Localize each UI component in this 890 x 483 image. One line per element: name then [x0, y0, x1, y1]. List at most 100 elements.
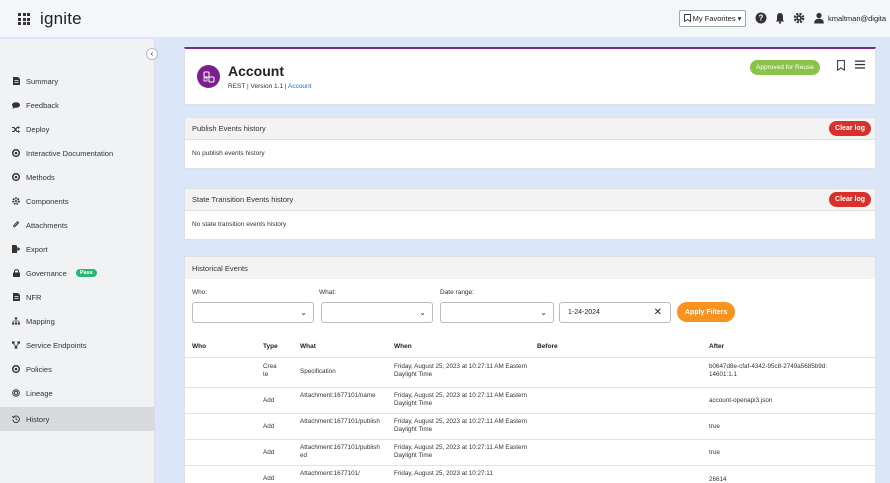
- gear-icon: [12, 197, 20, 205]
- account-header-card: Account REST | Version 1.1 | Account App…: [184, 47, 876, 105]
- after-cell: true: [709, 423, 720, 430]
- help-icon[interactable]: ?: [754, 11, 768, 25]
- brand-logo[interactable]: ignite: [40, 9, 82, 29]
- collapse-sidebar-button[interactable]: ‹: [146, 48, 158, 60]
- column-header-after: After: [709, 343, 725, 350]
- sidebar-item-service-endpoints[interactable]: Service Endpoints: [0, 333, 155, 357]
- paperclip-icon: [12, 221, 20, 229]
- export-icon: [12, 245, 20, 253]
- sidebar-item-deploy[interactable]: Deploy: [0, 117, 155, 141]
- what-cell: Specification: [300, 368, 336, 375]
- state-transition-header: State Transition Events history Clear lo…: [185, 189, 875, 211]
- circle-icon: [12, 365, 20, 373]
- document-icon: [12, 77, 20, 85]
- sidebar-item-label: Deploy: [26, 124, 50, 134]
- sidebar-item-governance[interactable]: Governance Pass: [0, 261, 155, 285]
- hamburger-menu-icon[interactable]: [855, 60, 865, 71]
- sidebar-item-lineage[interactable]: Lineage: [0, 381, 155, 405]
- sidebar-item-label: Export: [26, 244, 48, 254]
- apply-filters-button[interactable]: Apply Filters: [677, 302, 736, 322]
- table-row: Add Attachment:1677101/ Friday, August 2…: [185, 465, 875, 483]
- settings-gear-icon[interactable]: [792, 11, 806, 25]
- sidebar-item-label: History: [26, 414, 50, 424]
- sidebar-item-label: Governance: [26, 268, 67, 278]
- sidebar-item-methods[interactable]: Methods: [0, 165, 155, 189]
- bell-icon[interactable]: [773, 11, 787, 25]
- what-filter-label: What:: [319, 289, 336, 296]
- section-title: State Transition Events history: [192, 195, 294, 204]
- type-cell: Add: [263, 397, 275, 404]
- clear-date-icon[interactable]: ✕: [654, 307, 662, 318]
- lineage-icon: [12, 389, 20, 397]
- table-row: Add Attachment:1677101/publish Friday, A…: [185, 413, 875, 439]
- user-email[interactable]: kmaltman@digita: [828, 14, 886, 23]
- when-cell: Friday, August 25, 2023 at 10:27:11 AM E…: [394, 363, 528, 378]
- after-cell: b0647d8e-cfaf-4342-95c8-2749a5685b9d:146…: [709, 363, 827, 378]
- shuffle-icon: [12, 125, 20, 133]
- section-title: Publish Events history: [192, 124, 266, 133]
- after-cell: account-openapi3.json: [709, 397, 773, 404]
- column-header-when: When: [394, 343, 412, 350]
- account-link[interactable]: Account: [288, 83, 312, 90]
- sidebar-item-label: NFR: [26, 292, 42, 302]
- api-version-text: REST | Version 1.1 |: [228, 83, 288, 90]
- document-icon: [12, 293, 20, 301]
- when-cell: Friday, August 25, 2023 at 10:27:11: [394, 470, 493, 477]
- sidebar-item-mapping[interactable]: Mapping: [0, 309, 155, 333]
- sidebar-item-label: Methods: [26, 172, 55, 182]
- date-input[interactable]: 1-24-2024 ✕: [559, 302, 671, 323]
- apps-grid-icon[interactable]: [18, 13, 30, 25]
- sidebar-item-components[interactable]: Components: [0, 189, 155, 213]
- sidebar-item-label: Service Endpoints: [26, 340, 87, 350]
- when-cell: Friday, August 25, 2023 at 10:27:11 AM E…: [394, 418, 528, 433]
- when-cell: Friday, August 25, 2023 at 10:27:11 AM E…: [394, 444, 528, 459]
- api-subtitle: REST | Version 1.1 | Account: [228, 83, 311, 90]
- historical-events-card: Historical Events Who: What: Date range:…: [184, 256, 876, 483]
- sidebar-item-history[interactable]: History: [0, 407, 155, 431]
- sidebar-item-summary[interactable]: Summary: [0, 69, 155, 93]
- type-cell: Create: [263, 363, 277, 378]
- chevron-left-icon: ‹: [150, 49, 154, 58]
- chevron-down-icon: ⌄: [540, 308, 547, 317]
- after-cell: 26614: [709, 476, 727, 483]
- chat-icon: [12, 101, 20, 109]
- lock-icon: [12, 269, 20, 277]
- empty-message: No publish events history: [192, 150, 265, 157]
- clear-log-button[interactable]: Clear log: [829, 121, 871, 136]
- approved-for-reuse-badge[interactable]: Approved for Reuse: [750, 60, 820, 75]
- sidebar-item-policies[interactable]: Policies: [0, 357, 155, 381]
- who-select[interactable]: ⌄: [192, 302, 314, 323]
- what-select[interactable]: ⌄: [321, 302, 433, 323]
- sidebar-item-label: Summary: [26, 76, 59, 86]
- caret-down-icon: ▾: [737, 14, 742, 23]
- sidebar-item-attachments[interactable]: Attachments: [0, 213, 155, 237]
- endpoints-icon: [12, 341, 20, 349]
- empty-message: No state transition events history: [192, 221, 287, 228]
- column-header-who: Who: [192, 343, 207, 350]
- my-favorites-label: My Favorites: [692, 14, 736, 23]
- date-range-select[interactable]: ⌄: [440, 302, 554, 323]
- sidebar-item-feedback[interactable]: Feedback: [0, 93, 155, 117]
- user-icon[interactable]: [812, 11, 826, 25]
- what-cell: Attachment:1677101/: [300, 470, 360, 477]
- circle-icon: [12, 173, 20, 181]
- sidebar-item-label: Policies: [26, 364, 52, 374]
- sidebar-item-label: Lineage: [26, 388, 53, 398]
- bookmark-icon: [683, 13, 691, 24]
- my-favorites-button[interactable]: My Favorites ▾: [679, 10, 746, 27]
- circle-icon: [12, 149, 20, 157]
- sidebar-item-interactive-documentation[interactable]: Interactive Documentation: [0, 141, 155, 165]
- sitemap-icon: [12, 317, 20, 325]
- column-header-before: Before: [537, 343, 558, 350]
- who-filter-label: Who:: [192, 289, 208, 296]
- clear-log-button[interactable]: Clear log: [829, 192, 871, 207]
- bookmark-icon[interactable]: [837, 60, 845, 73]
- sidebar-item-label: Attachments: [26, 220, 68, 230]
- page-title: Account: [228, 63, 284, 79]
- column-header-type: Type: [263, 343, 278, 350]
- type-cell: Add: [263, 423, 275, 430]
- sidebar-item-nfr[interactable]: NFR: [0, 285, 155, 309]
- what-cell: Attachment:1677101/publish: [300, 418, 380, 425]
- sidebar-item-export[interactable]: Export: [0, 237, 155, 261]
- svg-text:?: ?: [759, 14, 764, 23]
